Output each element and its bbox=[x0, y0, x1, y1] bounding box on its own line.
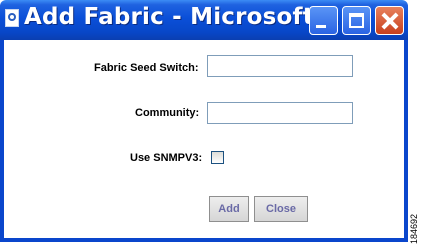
minimize-icon[interactable] bbox=[309, 6, 338, 35]
add-fabric-window: Add Fabric - Microsoft I... Fabric Seed … bbox=[0, 0, 408, 242]
title-bar[interactable]: Add Fabric - Microsoft I... bbox=[0, 0, 408, 40]
community-label: Community: bbox=[135, 107, 200, 119]
snmpv3-label: Use SNMPV3: bbox=[130, 152, 203, 164]
community-input[interactable] bbox=[207, 102, 353, 124]
seed-switch-label: Fabric Seed Switch: bbox=[94, 62, 199, 74]
snmpv3-checkbox[interactable] bbox=[211, 151, 224, 164]
close-window-icon[interactable] bbox=[375, 6, 404, 35]
figure-id-label: 184692 bbox=[409, 213, 419, 244]
close-button[interactable]: Close bbox=[254, 196, 308, 222]
ie-app-icon[interactable] bbox=[5, 9, 19, 27]
seed-switch-input[interactable] bbox=[207, 55, 353, 77]
add-button[interactable]: Add bbox=[209, 196, 249, 222]
window-title: Add Fabric - Microsoft I... bbox=[24, 4, 358, 30]
maximize-icon[interactable] bbox=[342, 6, 371, 35]
